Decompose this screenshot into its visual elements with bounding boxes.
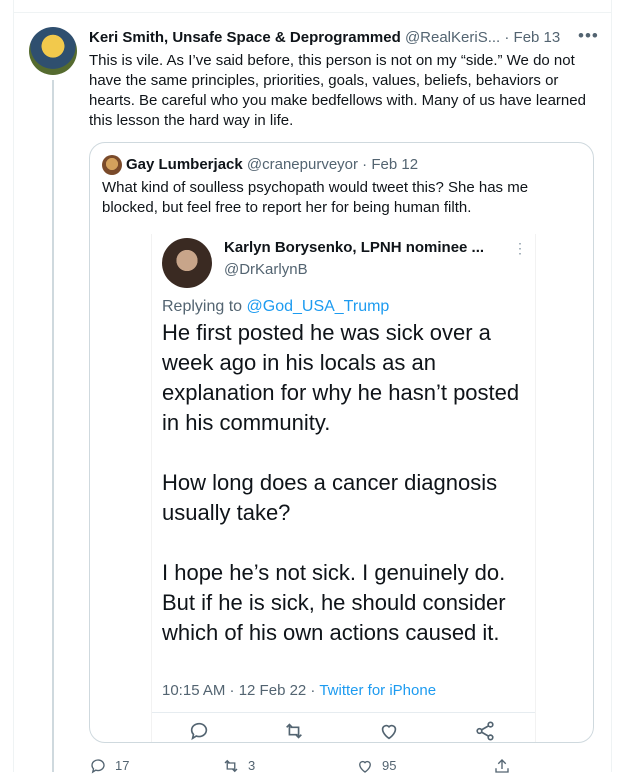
- like-count: 95: [382, 757, 397, 773]
- quoted-tweet-date: Feb 12: [371, 156, 419, 173]
- tweet-header: Keri Smith, Unsafe Space & Deprogrammed …: [89, 28, 599, 48]
- share-button[interactable]: [493, 755, 511, 775]
- screenshot-paragraph: He first posted he was sick over a week …: [162, 320, 520, 435]
- reply-icon: [190, 722, 208, 741]
- screenshot-paragraph: How long does a cancer diagnosis usually…: [162, 470, 498, 525]
- screenshot-time: 10:15 AM · 12 Feb 22 ·: [162, 682, 316, 699]
- screenshot-paragraph: I hope he’s not sick. I genuinely do. Bu…: [162, 560, 506, 645]
- separator-dot: ·: [504, 29, 510, 46]
- more-horizontal-icon[interactable]: •••: [578, 27, 599, 44]
- quoted-tweet-card[interactable]: Gay Lumberjack @cranepurveyor · Feb 12 W…: [89, 142, 594, 743]
- timeline-border-left: [13, 0, 14, 772]
- screenshot-source: Twitter for iPhone: [319, 682, 437, 699]
- screenshot-action-bar: [152, 720, 535, 742]
- like-button[interactable]: 95: [356, 755, 396, 775]
- replying-prefix: Replying to: [162, 298, 243, 315]
- replying-to-handle: @God_USA_Trump: [246, 298, 390, 315]
- quoted-author-name: Gay Lumberjack: [126, 156, 243, 173]
- retweet-count: 3: [248, 757, 256, 773]
- author-avatar[interactable]: [29, 27, 77, 75]
- author-handle[interactable]: @RealKeriS...: [405, 29, 500, 46]
- screenshot-timestamp: 10:15 AM · 12 Feb 22 · Twitter for iPhon…: [162, 681, 436, 701]
- tweet-text: This is vile. As I’ve said before, this …: [89, 52, 586, 129]
- quoted-author-avatar: [102, 155, 122, 175]
- tweet-divider: [13, 12, 612, 13]
- tweet-date[interactable]: Feb 13: [514, 29, 561, 46]
- reply-count: 17: [115, 757, 130, 773]
- screenshot-author-avatar: [162, 238, 212, 288]
- screenshot-replying-to: Replying to @God_USA_Trump: [162, 297, 389, 317]
- tweet-action-bar: 17 3 95: [89, 755, 594, 775]
- thread-connector-line: [52, 80, 54, 772]
- screenshot-author-name: Karlyn Borysenko, LPNH nominee ...: [224, 239, 485, 256]
- screenshot-more-icon: ⋮: [513, 240, 527, 256]
- share-icon: [476, 721, 494, 741]
- author-name[interactable]: Keri Smith, Unsafe Space & Deprogrammed: [89, 29, 401, 46]
- retweet-icon: [286, 723, 302, 739]
- heart-icon: [381, 724, 397, 740]
- screenshot-author-handle: @DrKarlynB: [224, 261, 308, 278]
- screenshot-divider: [152, 712, 535, 713]
- attached-screenshot-image[interactable]: Karlyn Borysenko, LPNH nominee ... ⋮ @Dr…: [151, 234, 536, 742]
- reply-button[interactable]: 17: [89, 755, 129, 775]
- timeline-border-right: [611, 0, 612, 772]
- quoted-tweet-text: What kind of soulless psychopath would t…: [102, 179, 529, 216]
- retweet-button[interactable]: 3: [222, 755, 255, 775]
- quoted-tweet-header: Gay Lumberjack @cranepurveyor · Feb 12: [126, 155, 418, 175]
- screenshot-body: He first posted he was sick over a week …: [162, 318, 532, 648]
- quoted-author-handle: @cranepurveyor: [246, 156, 358, 173]
- separator-dot: ·: [362, 156, 368, 173]
